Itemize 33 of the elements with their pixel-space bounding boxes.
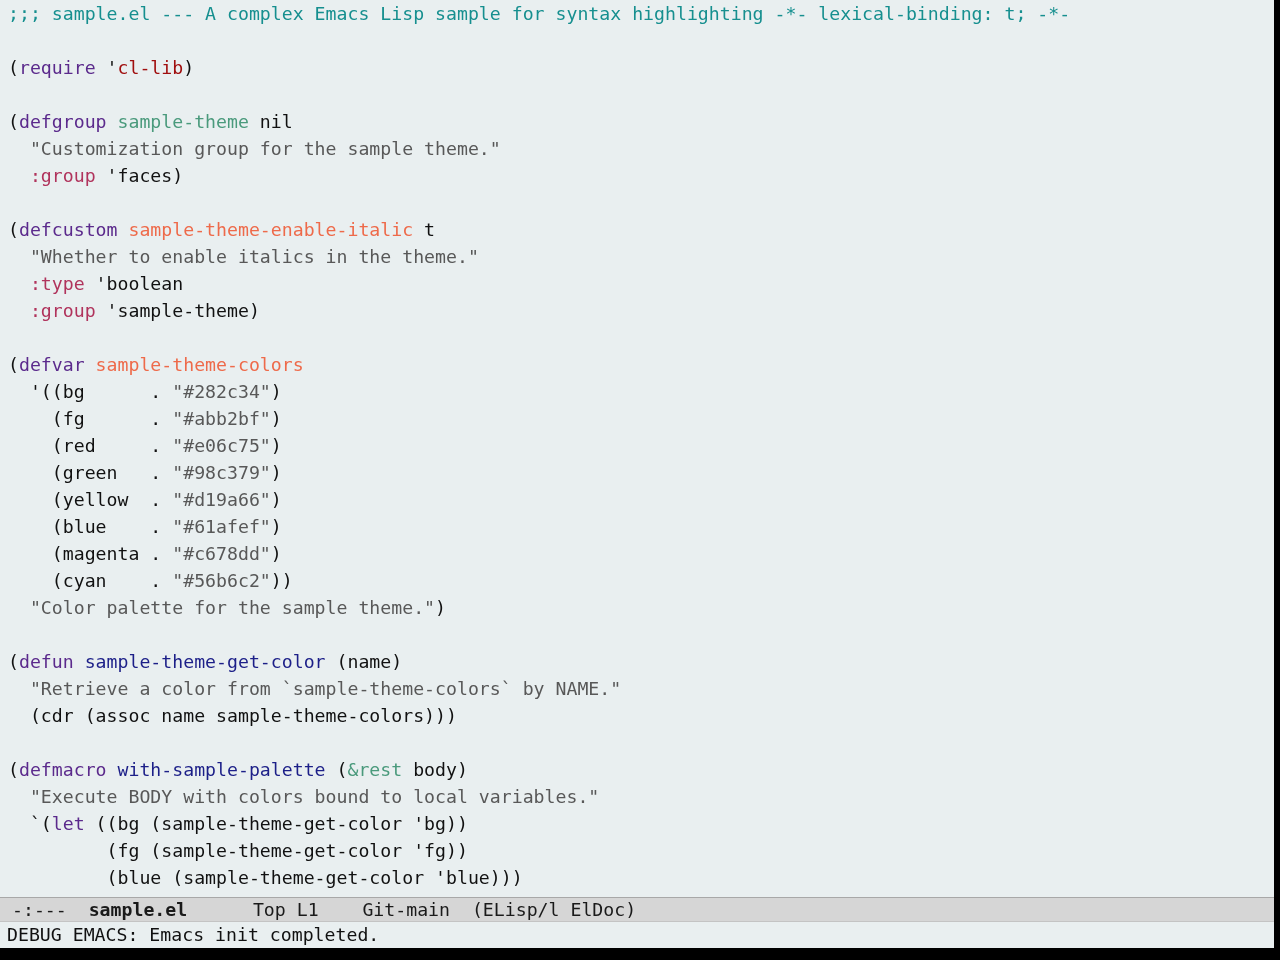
code-line: (defmacro with-sample-palette (&rest body) bbox=[8, 758, 468, 782]
code-line: (cyan . "#56b6c2")) bbox=[51, 569, 293, 593]
code-line: (cdr (assoc name sample-theme-colors))) bbox=[29, 704, 457, 728]
major-minor-modes: (ELisp/l ElDoc) bbox=[471, 898, 637, 921]
code-line: `(let ((bg (sample-theme-get-color 'bg)) bbox=[29, 812, 468, 836]
code-line: :group 'faces) bbox=[29, 164, 184, 188]
code-line: "Whether to enable italics in the theme." bbox=[29, 245, 479, 269]
code-line: (blue (sample-theme-get-color 'blue))) bbox=[106, 866, 523, 890]
code-line: (defvar sample-theme-colors bbox=[8, 353, 304, 377]
code-line: :type 'boolean bbox=[29, 272, 184, 296]
cursor-position: Top L1 bbox=[252, 898, 319, 921]
code-line: (require 'cl-lib) bbox=[8, 56, 195, 80]
code-line: (yellow . "#d19a66") bbox=[51, 488, 282, 512]
code-line: (red . "#e06c75") bbox=[51, 434, 282, 458]
code-line: '((bg . "#282c34") bbox=[29, 380, 282, 404]
code-line: (blue . "#61afef") bbox=[51, 515, 282, 539]
code-line: "Customization group for the sample theme." bbox=[29, 137, 501, 161]
code-line: (defgroup sample-theme nil bbox=[8, 110, 293, 134]
code-line: ;;; sample.el --- A complex Emacs Lisp sample for syntax highlighting -*- lexical-binding: t; -*- bbox=[8, 2, 1071, 26]
code-line: (magenta . "#c678dd") bbox=[51, 542, 282, 566]
code-line: "Color palette for the sample theme.") bbox=[29, 596, 446, 620]
code-line: (defun sample-theme-get-color (name) bbox=[8, 650, 403, 674]
code-line: (fg (sample-theme-get-color 'fg)) bbox=[106, 839, 468, 863]
modified-status: -:--- bbox=[12, 898, 67, 921]
echo-area-message: DEBUG EMACS: Emacs init completed. bbox=[7, 924, 380, 945]
code-line: (defcustom sample-theme-enable-italic t bbox=[8, 218, 436, 242]
code-line: (green . "#98c379") bbox=[51, 461, 282, 485]
code-line: "Retrieve a color from `sample-theme-colors` by NAME." bbox=[29, 677, 622, 701]
code-line: :group 'sample-theme) bbox=[29, 299, 260, 323]
buffer-name: sample.el bbox=[88, 898, 188, 921]
code-line: "Execute BODY with colors bound to local variables." bbox=[29, 785, 600, 809]
code-line: (fg . "#abb2bf") bbox=[51, 407, 282, 431]
vc-branch: Git-main bbox=[362, 898, 450, 921]
